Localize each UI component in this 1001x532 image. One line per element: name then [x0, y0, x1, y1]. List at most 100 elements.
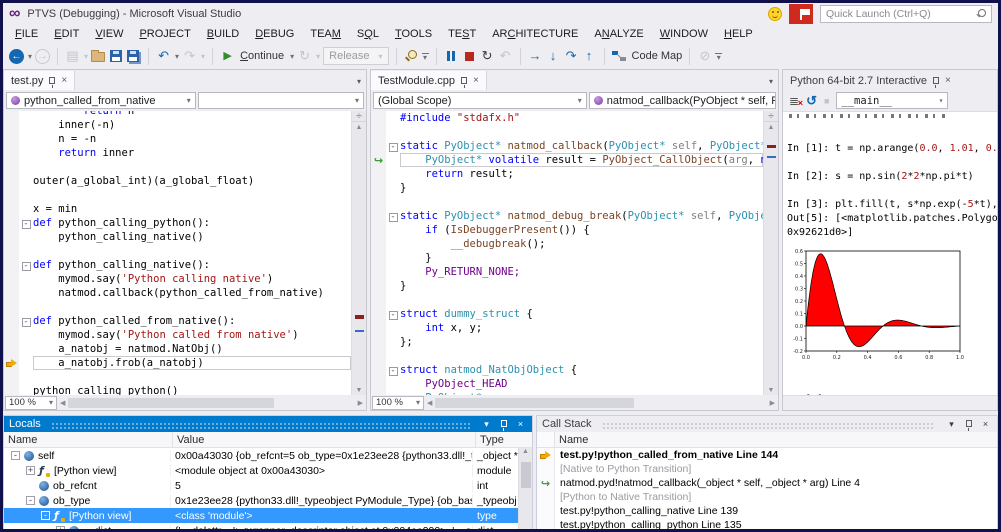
collapse-region-icon[interactable]: - [389, 143, 398, 152]
scroll-left-arrow-icon[interactable]: ◀ [57, 399, 68, 407]
feedback-smiley-icon[interactable] [768, 7, 782, 21]
close-icon[interactable]: × [61, 76, 67, 86]
menu-tools[interactable]: TOOLS [387, 28, 440, 40]
reset-repl-button[interactable]: ↺ [806, 93, 817, 109]
outlining-margin[interactable]: - [386, 363, 400, 377]
collapse-region-icon[interactable]: - [22, 318, 31, 327]
scroll-right-arrow-icon[interactable]: ▶ [355, 399, 366, 407]
callstack-frame[interactable]: ↪natmod.pyd!natmod_callback(_object * se… [537, 476, 997, 490]
misc-tool-button[interactable]: ⊘ [697, 47, 712, 65]
undo-caret-icon[interactable]: ▾ [175, 52, 179, 61]
redo-button[interactable]: ↷ [182, 47, 197, 65]
menu-test[interactable]: TEST [440, 28, 484, 40]
pin-button[interactable] [962, 419, 975, 429]
indicator-margin[interactable] [371, 223, 386, 237]
callstack-frame[interactable]: test.py!python_called_from_native Line 1… [537, 448, 997, 462]
scroll-down-arrow-icon[interactable]: ▼ [356, 387, 363, 394]
clear-screen-button[interactable]: ≣× [789, 95, 799, 107]
indicator-margin[interactable] [371, 349, 386, 363]
outlining-margin[interactable] [386, 153, 400, 167]
indicator-margin[interactable] [371, 125, 386, 139]
new-file-caret-icon[interactable]: ▾ [84, 52, 88, 61]
stop-debugging-button[interactable] [462, 47, 477, 65]
indicator-margin[interactable] [371, 307, 386, 321]
indicator-margin[interactable] [4, 111, 19, 118]
window-position-caret-icon[interactable]: ▾ [945, 419, 958, 430]
collapse-region-icon[interactable]: - [22, 220, 31, 229]
pin-icon[interactable] [461, 77, 467, 84]
quick-launch-input[interactable]: Quick Launch (Ctrl+Q) [820, 5, 992, 23]
menu-help[interactable]: HELP [716, 28, 761, 40]
outlining-margin[interactable]: - [19, 258, 33, 272]
vertical-scrollbar-testpy[interactable]: ÷ ▲ ▼ [351, 111, 366, 395]
collapse-icon[interactable]: - [11, 451, 20, 460]
open-file-button[interactable] [91, 52, 105, 62]
indicator-margin[interactable] [4, 132, 19, 146]
indicator-margin[interactable] [4, 146, 19, 160]
undo-button[interactable]: ↶ [156, 47, 171, 65]
toolbar-options-button[interactable]: ▾ [715, 53, 722, 60]
indicator-margin[interactable] [4, 258, 19, 272]
scroll-up-arrow-icon[interactable]: ▲ [522, 448, 529, 455]
outlining-margin[interactable] [386, 167, 400, 181]
menu-debug[interactable]: DEBUG [247, 28, 302, 40]
column-header-value[interactable]: Value [173, 432, 476, 447]
outlining-margin[interactable] [386, 349, 400, 363]
locals-row[interactable]: -self0x00a43030 {ob_refcnt=5 ob_type=0x1… [4, 448, 518, 463]
indicator-margin[interactable] [371, 293, 386, 307]
scroll-down-arrow-icon[interactable]: ▼ [768, 387, 775, 394]
outlining-margin[interactable] [19, 230, 33, 244]
outlining-margin[interactable] [386, 125, 400, 139]
indicator-margin[interactable] [371, 167, 386, 181]
tab-testmodule[interactable]: TestModule.cpp × [371, 71, 487, 90]
menu-build[interactable]: BUILD [199, 28, 247, 40]
zoom-select-testpy[interactable]: 100 % ▾ [5, 396, 57, 410]
column-header-type[interactable]: Type [476, 432, 532, 447]
menu-edit[interactable]: EDIT [46, 28, 87, 40]
menu-file[interactable]: FILE [7, 28, 46, 40]
indicator-margin[interactable] [4, 216, 19, 230]
new-file-button[interactable]: ▤ [65, 47, 80, 65]
outlining-margin[interactable] [19, 111, 33, 118]
outlining-margin[interactable] [19, 202, 33, 216]
outlining-margin[interactable] [19, 370, 33, 384]
indicator-margin[interactable]: ↪ [371, 153, 386, 167]
indicator-margin[interactable] [371, 237, 386, 251]
code-editor-testmodule[interactable]: #include "stdafx.h"-static PyObject* nat… [371, 111, 763, 395]
indicator-margin[interactable] [371, 279, 386, 293]
show-next-statement-button[interactable]: → [528, 47, 543, 65]
indicator-margin[interactable] [371, 181, 386, 195]
indicator-margin[interactable] [371, 391, 386, 395]
indicator-margin[interactable] [371, 363, 386, 377]
step-backward-button[interactable]: ↶ [498, 47, 513, 65]
member-dropdown-testpy[interactable]: python_called_from_native ▾ [6, 92, 196, 109]
indicator-margin[interactable] [4, 160, 19, 174]
outlining-margin[interactable]: - [19, 216, 33, 230]
outlining-margin[interactable] [19, 146, 33, 160]
locals-row[interactable]: ob_refcnt5int [4, 478, 518, 493]
navigate-back-button[interactable]: ← [9, 49, 24, 64]
horizontal-scrollbar-testpy[interactable] [68, 398, 354, 408]
indicator-margin[interactable] [371, 335, 386, 349]
indicator-margin[interactable] [371, 251, 386, 265]
save-button[interactable] [108, 47, 123, 65]
outlining-margin[interactable] [19, 160, 33, 174]
splitter-grip-icon[interactable]: ÷ [352, 111, 366, 122]
outlining-margin[interactable] [386, 279, 400, 293]
indicator-margin[interactable] [4, 230, 19, 244]
scroll-up-arrow-icon[interactable]: ▲ [768, 122, 775, 131]
callstack-title-bar[interactable]: Call Stack ▾ × [537, 416, 997, 432]
outlining-margin[interactable] [19, 328, 33, 342]
locals-row[interactable]: -ob_type0x1e23ee28 {python33.dll!_typeob… [4, 493, 518, 508]
menu-analyze[interactable]: ANALYZE [586, 28, 651, 40]
indicator-margin[interactable] [4, 300, 19, 314]
menu-team[interactable]: TEAM [302, 28, 349, 40]
navigate-back-caret-icon[interactable]: ▾ [28, 52, 32, 61]
expand-icon[interactable]: + [56, 526, 65, 529]
outlining-margin[interactable] [386, 391, 400, 395]
restart-debugging-button[interactable]: ↻ [480, 47, 495, 65]
menu-window[interactable]: WINDOW [652, 28, 716, 40]
window-position-caret-icon[interactable]: ▾ [480, 419, 493, 430]
notifications-flag-button[interactable] [789, 4, 813, 24]
indicator-margin[interactable] [4, 118, 19, 132]
